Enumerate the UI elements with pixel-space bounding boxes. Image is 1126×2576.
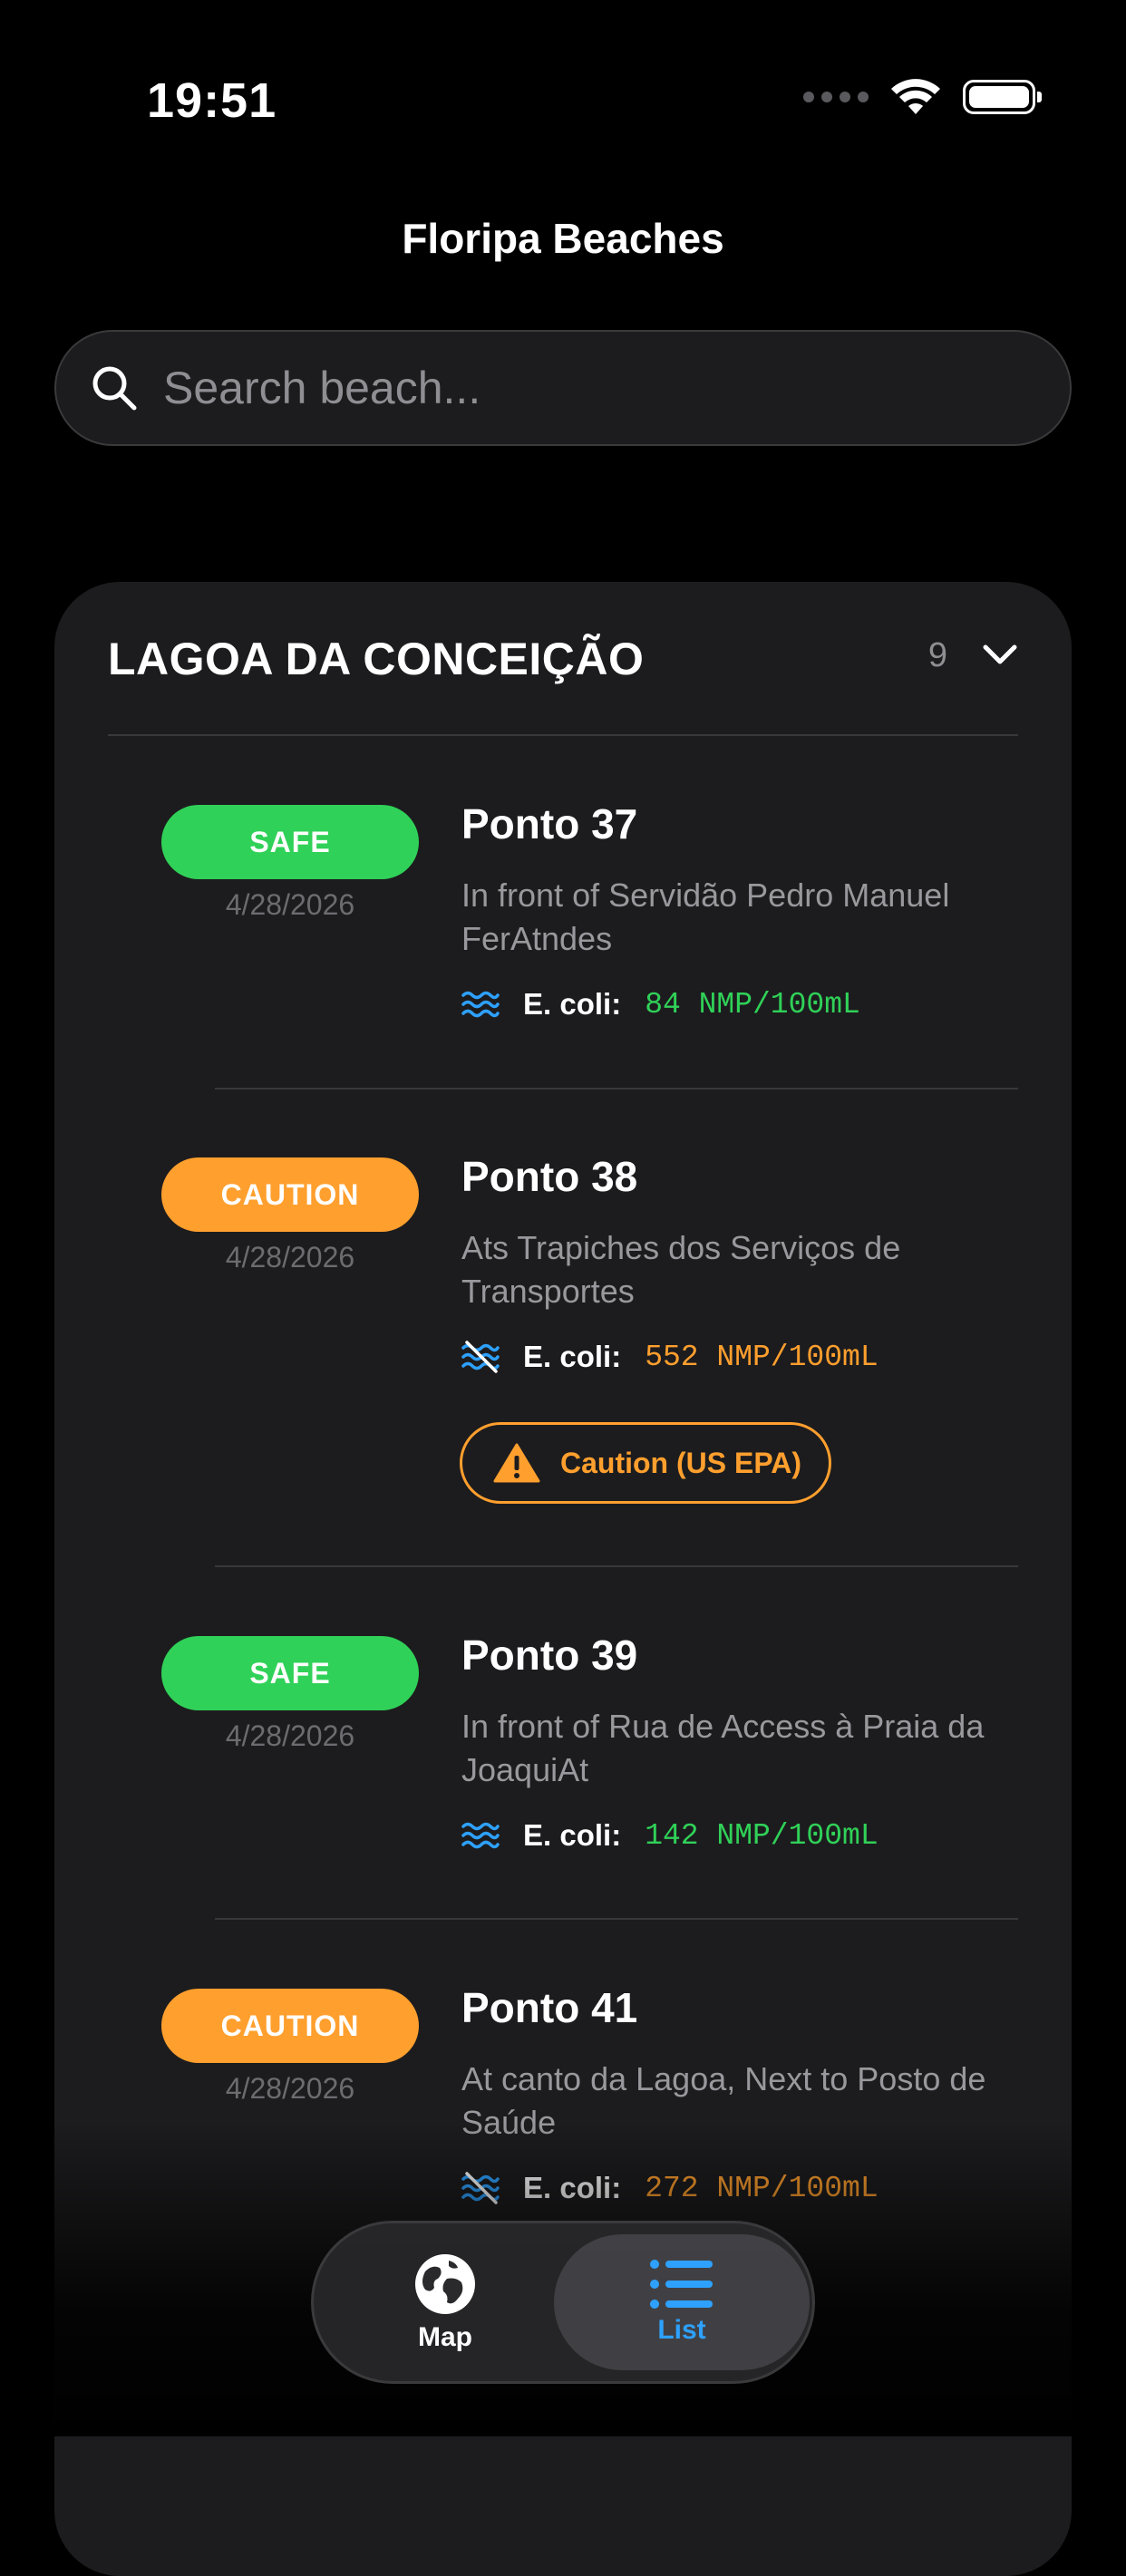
ecoli-label: E. coli: [523, 1818, 622, 1852]
point-description: Ats Trapiches dos Serviços de Transporte… [461, 1229, 901, 1310]
section-title: LAGOA DA CONCEIÇÃO [108, 634, 645, 684]
point-name: Ponto 39 [461, 1632, 638, 1679]
section-divider [108, 734, 1018, 736]
water-waves-slash-icon [461, 1341, 500, 1373]
ecoli-label: E. coli: [523, 2171, 622, 2204]
globe-icon [415, 2254, 475, 2314]
ecoli-label: E. coli: [523, 987, 622, 1021]
tab-bar: Map List [311, 2221, 815, 2384]
status-bar: 19:51 [0, 0, 1126, 154]
caution-warning-badge[interactable]: Caution (US EPA) [460, 1422, 832, 1504]
point-description: In front of Servidão Pedro Manuel FerAtn… [461, 876, 950, 957]
water-waves-slash-icon [461, 2172, 500, 2204]
point-name: Ponto 41 [461, 1984, 638, 2031]
search-input[interactable] [161, 361, 981, 415]
battery-icon [963, 80, 1042, 114]
wifi-icon [891, 79, 940, 114]
sample-date: 4/28/2026 [225, 888, 355, 921]
status-badge: CAUTION [161, 1989, 419, 2063]
status-time: 19:51 [147, 73, 277, 128]
tab-map[interactable]: Map [314, 2223, 577, 2381]
ecoli-row: E. coli: 142 NMP/100mL [461, 1816, 878, 1855]
sample-date: 4/28/2026 [225, 1719, 355, 1752]
section-count: 9 [927, 636, 947, 674]
ecoli-row: E. coli: 84 NMP/100mL [461, 984, 860, 1024]
point-name: Ponto 38 [461, 1153, 638, 1200]
water-waves-icon [461, 991, 500, 1018]
water-waves-icon [461, 1822, 500, 1849]
ecoli-row: E. coli: 272 NMP/100mL [461, 2168, 878, 2208]
row-divider [215, 1918, 1018, 1920]
ecoli-value: 272 NMP/100mL [645, 2171, 878, 2205]
search-bar[interactable] [54, 330, 1072, 446]
status-badge: SAFE [161, 1636, 419, 1710]
list-icon [650, 2260, 713, 2309]
caution-warning-label: Caution (US EPA) [560, 1446, 802, 1479]
point-description: At canto da Lagoa, Next to Posto de Saúd… [461, 2060, 986, 2141]
tab-map-label: Map [418, 2322, 472, 2352]
status-badge: CAUTION [161, 1157, 419, 1232]
point-name: Ponto 37 [461, 800, 638, 847]
sample-date: 4/28/2026 [225, 2072, 355, 2105]
warning-triangle-icon [493, 1443, 540, 1483]
ecoli-value: 84 NMP/100mL [645, 987, 860, 1022]
row-divider [215, 1088, 1018, 1089]
row-divider [215, 1565, 1018, 1567]
cellular-signal-icon [803, 92, 869, 102]
point-description: In front of Rua de Access à Praia da Joa… [461, 1708, 985, 1788]
tab-list-label: List [657, 2315, 706, 2345]
section-header[interactable]: LAGOA DA CONCEIÇÃO 9 [108, 633, 1018, 723]
ecoli-row: E. coli: 552 NMP/100mL [461, 1337, 878, 1377]
tab-list[interactable]: List [554, 2234, 810, 2370]
sample-date: 4/28/2026 [225, 1241, 355, 1273]
page-title: Floripa Beaches [402, 215, 724, 262]
ecoli-value: 552 NMP/100mL [645, 1340, 878, 1374]
chevron-down-icon[interactable] [982, 642, 1018, 667]
status-badge: SAFE [161, 805, 419, 879]
ecoli-label: E. coli: [523, 1340, 622, 1373]
search-icon [92, 366, 137, 411]
ecoli-value: 142 NMP/100mL [645, 1818, 878, 1853]
status-icons [803, 78, 1042, 116]
